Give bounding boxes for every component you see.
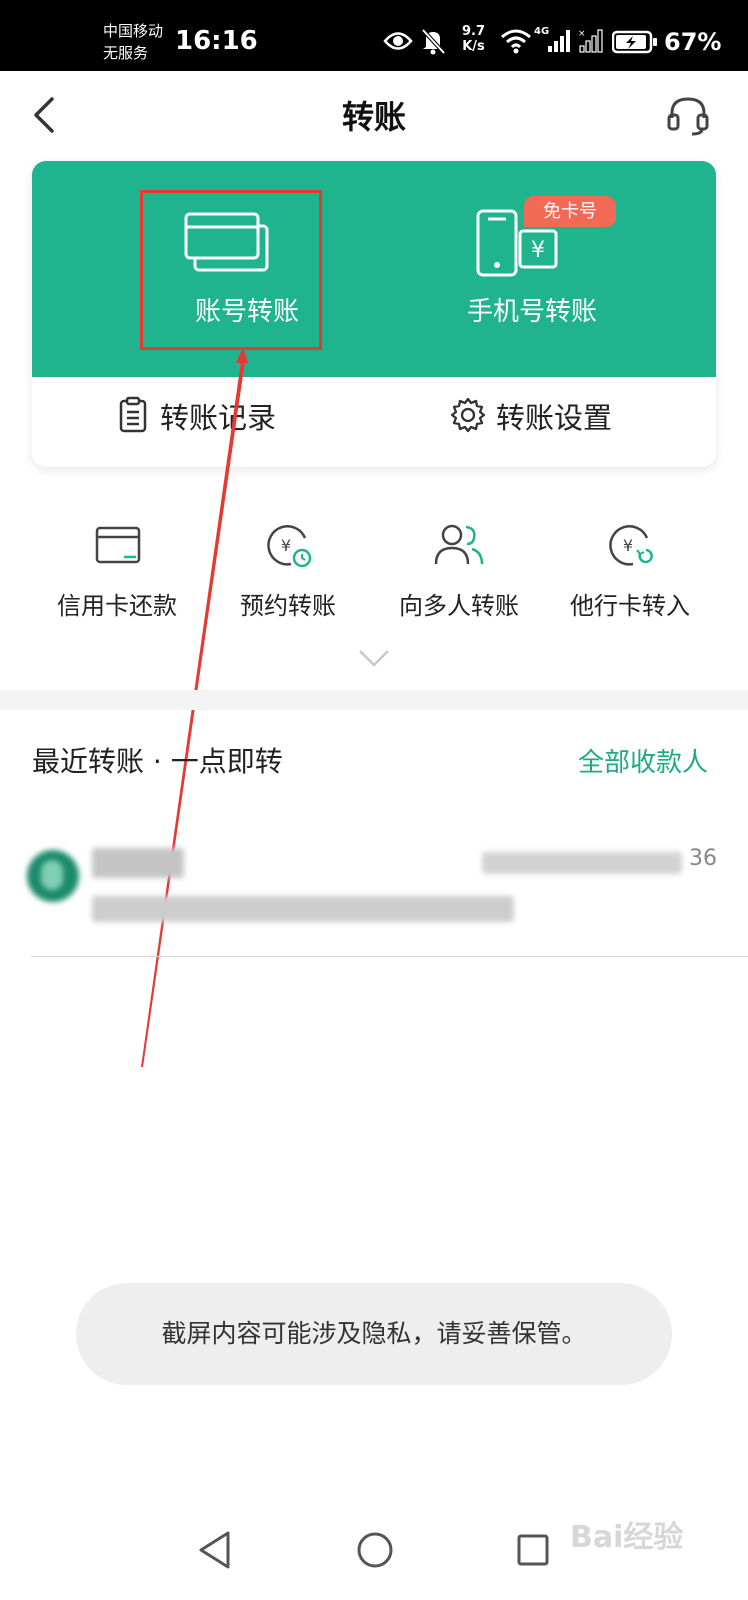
no-card-badge: 免卡号 [524,196,616,227]
battery-percent: 67% [664,28,722,56]
battery-charging-icon [612,30,657,54]
svg-text:¥: ¥ [623,536,633,555]
recent-transfers-title: 最近转账 · 一点即转 [32,745,283,778]
signal-icon [548,30,570,52]
all-payees-link[interactable]: 全部收款人 [578,742,708,779]
chevron-down-icon[interactable] [358,648,390,668]
row-divider [30,956,748,957]
transfer-settings-label: 转账设置 [496,401,613,435]
bell-muted-icon [421,28,446,55]
quick-action-label: 他行卡转入 [570,592,690,620]
quick-action-multi[interactable]: 向多人转账 [374,520,544,620]
net-speed: 9.7 K/s [462,24,485,54]
payee-avatar [27,850,79,902]
transfer-settings-button[interactable]: 转账设置 [450,391,650,441]
scheduled-yen-icon: ¥ [267,525,312,568]
home-circle-icon[interactable] [355,1530,395,1570]
yen-transfer-in-icon: ¥ [609,525,653,566]
payee-account-redacted [92,896,514,922]
svg-text:×: × [578,29,586,39]
watermark: Bai经验 [570,1520,684,1555]
wifi-icon [501,29,531,54]
section-divider [0,690,748,710]
carrier-info: 中国移动 无服务 [103,20,163,64]
annotation-highlight-box [140,190,322,350]
screenshot-privacy-toast: 截屏内容可能涉及隐私，请妥善保管。 [76,1283,672,1385]
service-status: 无服务 [103,44,149,62]
svg-text:¥: ¥ [281,536,291,555]
amount-tail: 36 [689,846,717,871]
eye-icon [383,32,413,50]
phone-transfer-label: 手机号转账 [466,297,597,327]
quick-action-scheduled[interactable]: ¥ 预约转账 [203,520,373,620]
status-time: 16:16 [175,26,258,56]
headset-icon[interactable] [666,94,710,136]
net-speed-unit: K/s [462,39,485,54]
multi-user-icon [434,524,484,565]
credit-card-icon [95,526,141,564]
recents-square-icon[interactable] [515,1532,551,1568]
carrier-name: 中国移动 [103,22,164,40]
status-bar: 中国移动 无服务 16:16 9.7 K/s 4G × 67% [0,0,748,71]
system-navigation-bar: Bai经验 [0,1500,748,1600]
transfer-time-redacted [482,852,682,874]
signal-no-service-icon: × [578,29,603,53]
net-speed-value: 9.7 [462,24,486,39]
quick-action-transfer-in[interactable]: ¥ 他行卡转入 [545,520,715,620]
quick-action-credit-card[interactable]: 信用卡还款 [32,520,202,620]
annotation-arrow [141,347,248,1067]
page-title: 转账 [341,98,406,136]
quick-action-label: 向多人转账 [399,592,519,620]
gear-icon [450,397,486,433]
back-triangle-icon[interactable] [196,1528,234,1572]
payee-name-redacted [92,848,184,878]
quick-action-label: 预约转账 [240,592,336,620]
svg-text:¥: ¥ [531,238,545,263]
recent-payee-row[interactable]: 36 [0,830,748,956]
quick-action-label: 信用卡还款 [57,592,177,620]
